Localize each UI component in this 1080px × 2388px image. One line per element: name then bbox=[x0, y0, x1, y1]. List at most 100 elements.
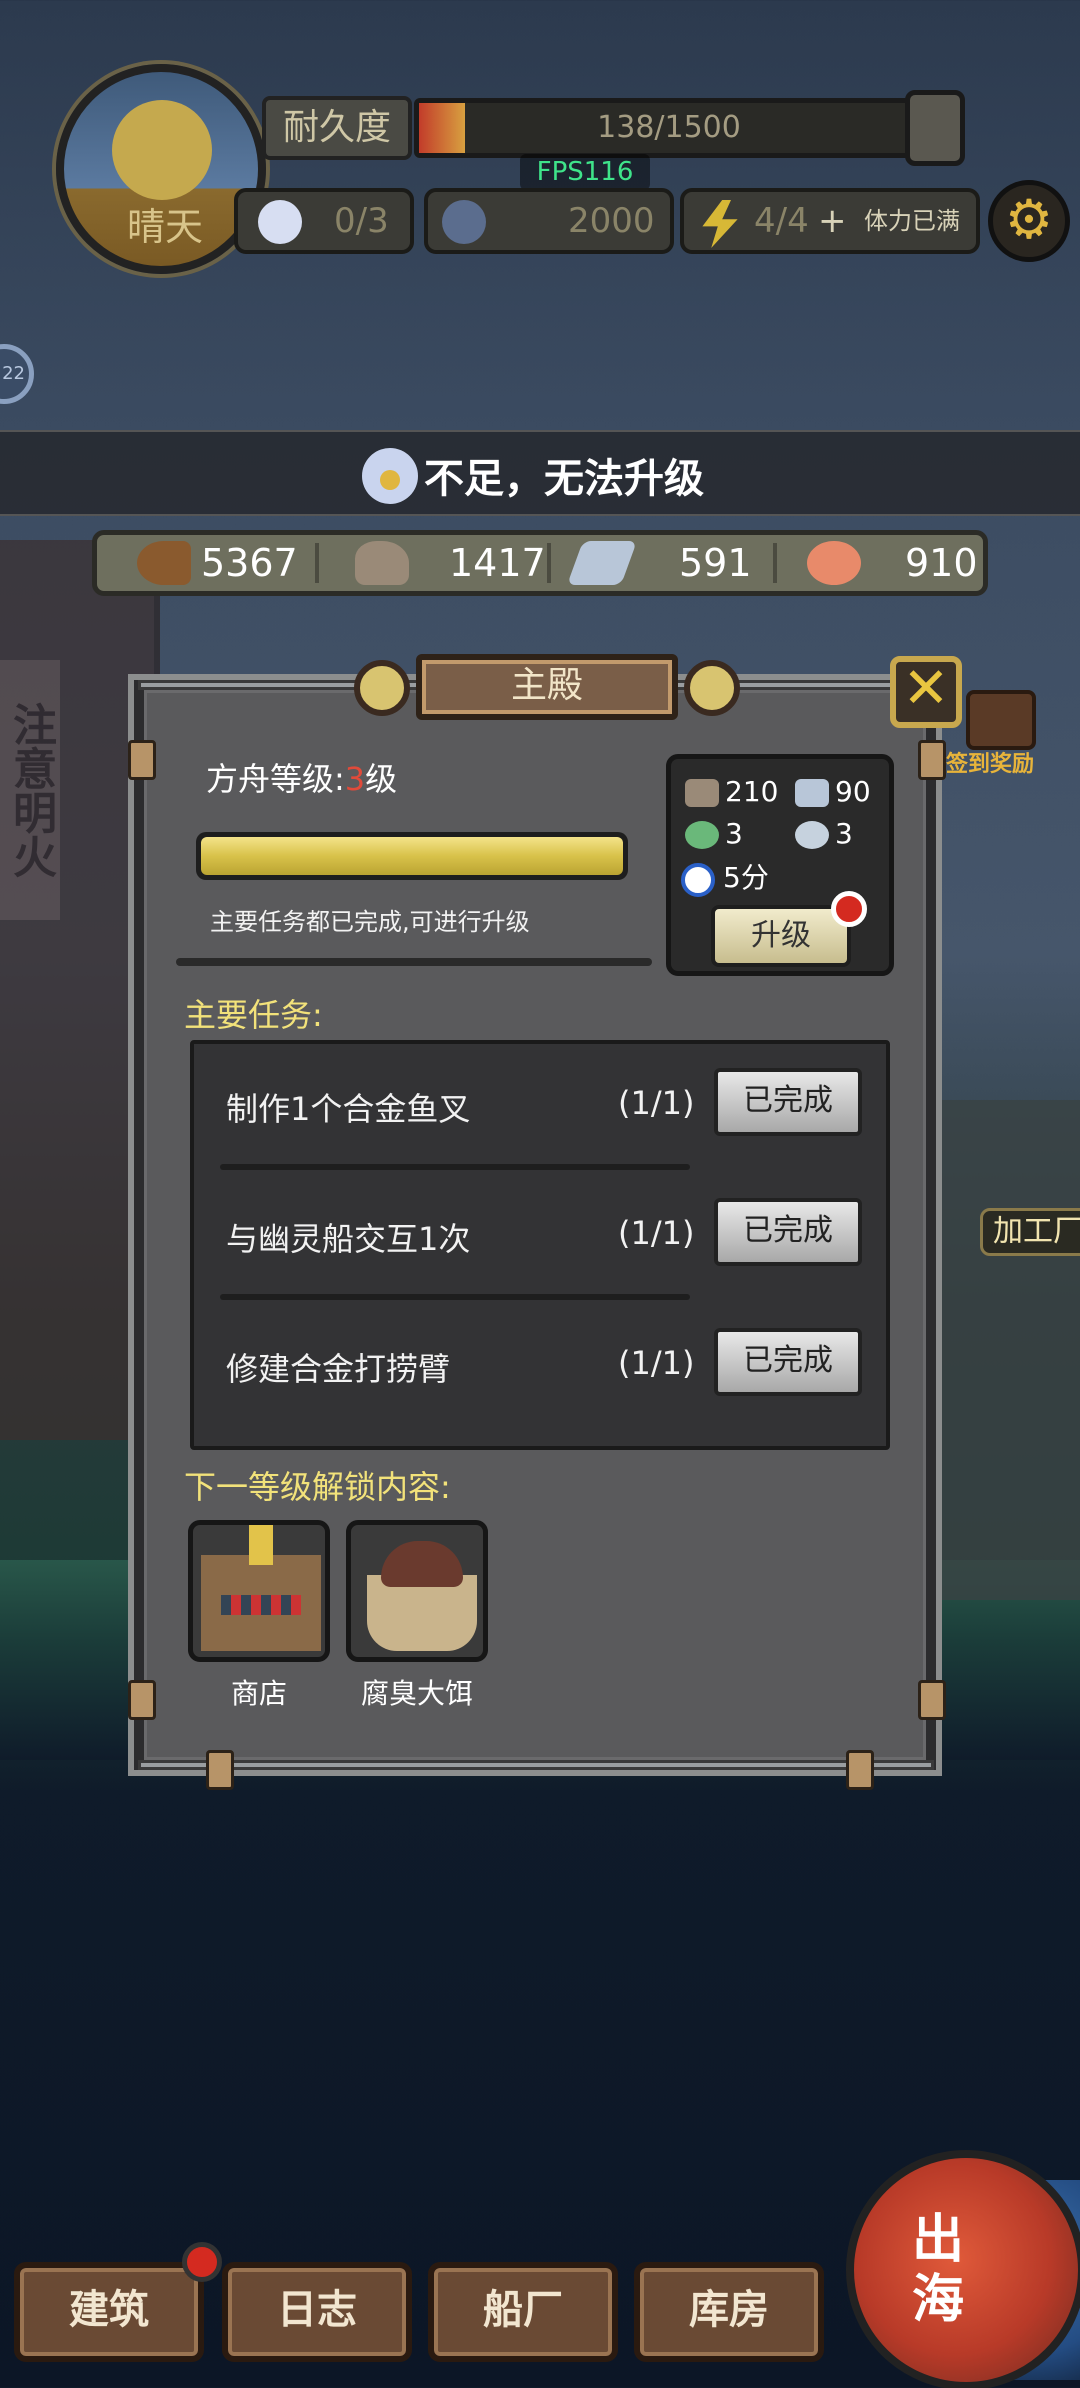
task-progress-bar bbox=[196, 832, 628, 880]
background-ship bbox=[940, 1100, 1080, 1600]
panel-bracket bbox=[846, 1750, 874, 1790]
durability-tag: 耐久度 bbox=[262, 96, 412, 160]
panel-bracket bbox=[206, 1750, 234, 1790]
unlock-item-bait[interactable] bbox=[346, 1520, 488, 1662]
shop-icon bbox=[201, 1525, 321, 1651]
task-name: 与幽灵船交互1次 bbox=[226, 1220, 471, 1258]
task-count: (1/1) bbox=[618, 1084, 695, 1122]
clock-icon bbox=[681, 863, 715, 897]
coin-counter[interactable]: 2000 bbox=[424, 188, 674, 254]
durability-bar: 138/1500 bbox=[414, 98, 924, 158]
nav-log-button[interactable]: 日志 bbox=[222, 2262, 412, 2362]
unlock-label: 商店 bbox=[230, 1677, 287, 1710]
upgrade-cost-box: 210 90 3 3 5分 升级 bbox=[666, 754, 894, 976]
set-sail-label[interactable]: 出海 bbox=[898, 2210, 978, 2330]
main-tasks-title: 主要任务: bbox=[184, 996, 323, 1034]
task-divider bbox=[220, 1164, 690, 1170]
lightning-icon bbox=[702, 200, 738, 248]
metal-ingot-icon bbox=[566, 541, 638, 585]
divider bbox=[176, 958, 652, 966]
panel-title: 主殿 bbox=[416, 654, 678, 720]
fps-counter: FPS116 bbox=[520, 154, 650, 190]
resource-value: 910 bbox=[905, 541, 978, 585]
task-completed-button[interactable]: 已完成 bbox=[714, 1198, 862, 1266]
coin-icon bbox=[442, 200, 486, 244]
side-badge[interactable]: 22 bbox=[0, 344, 34, 404]
title-ring-right bbox=[684, 660, 740, 716]
resource-bar: 5367 1417 591 910 bbox=[92, 530, 988, 596]
shell-icon bbox=[795, 821, 829, 849]
resource-value: 591 bbox=[679, 541, 752, 585]
potion-icon bbox=[685, 821, 719, 849]
processing-factory-label[interactable]: 加工厂 bbox=[980, 1208, 1080, 1256]
title-ring-left bbox=[354, 660, 410, 716]
star-spirit-icon bbox=[362, 448, 418, 504]
sign-in-reward-label[interactable]: 签到奖励 bbox=[946, 746, 1080, 780]
energy-count: 4/4 bbox=[754, 201, 809, 241]
metal-ingot-icon bbox=[795, 779, 829, 807]
ark-level-unit: 级 bbox=[365, 760, 398, 798]
close-button[interactable]: ✕ bbox=[890, 656, 962, 728]
resource-value: 5367 bbox=[201, 541, 298, 585]
task-name: 修建合金打捞臂 bbox=[226, 1350, 451, 1388]
panel-bracket bbox=[128, 1680, 156, 1720]
nav-shipyard-button[interactable]: 船厂 bbox=[428, 2262, 618, 2362]
star-counter[interactable]: 0/3 bbox=[234, 188, 414, 254]
panel-bracket bbox=[918, 1680, 946, 1720]
cost-shell: 3 bbox=[835, 817, 853, 850]
resource-divider bbox=[773, 543, 777, 583]
gear-icon: ⚙ bbox=[1004, 188, 1054, 251]
cost-metal: 90 bbox=[835, 775, 871, 808]
stone-icon bbox=[355, 541, 409, 585]
panel-bracket bbox=[128, 740, 156, 780]
panel-bracket bbox=[918, 740, 946, 780]
star-spirit-icon bbox=[258, 200, 302, 244]
star-count: 0/3 bbox=[334, 201, 389, 241]
panel-pipe-bottom bbox=[138, 1760, 934, 1770]
ark-level-number: 3 bbox=[344, 760, 366, 798]
energy-counter[interactable]: 4/4 + 体力已满 bbox=[680, 188, 980, 254]
nav-warehouse-button[interactable]: 库房 bbox=[634, 2262, 824, 2362]
resource-divider bbox=[315, 543, 319, 583]
resource-value: 1417 bbox=[449, 541, 546, 585]
ark-level-label: 方舟等级: bbox=[206, 760, 345, 798]
task-progress-fill bbox=[201, 837, 623, 875]
task-completed-button[interactable]: 已完成 bbox=[714, 1068, 862, 1136]
stone-icon bbox=[685, 779, 719, 807]
task-row: 修建合金打捞臂 (1/1) 已完成 bbox=[194, 1304, 886, 1434]
sun-icon bbox=[112, 100, 212, 200]
notification-dot bbox=[182, 2242, 222, 2282]
close-icon: ✕ bbox=[902, 656, 950, 721]
caution-sign: 注意明火 bbox=[0, 660, 60, 920]
settings-gear-button[interactable]: ⚙ bbox=[988, 180, 1070, 262]
weather-label: 晴天 bbox=[126, 205, 203, 249]
task-list: 制作1个合金鱼叉 (1/1) 已完成 与幽灵船交互1次 (1/1) 已完成 修建… bbox=[190, 1040, 890, 1450]
task-name: 制作1个合金鱼叉 bbox=[226, 1090, 471, 1128]
upgrade-button[interactable]: 升级 bbox=[711, 905, 851, 967]
unlock-title: 下一等级解锁内容: bbox=[184, 1468, 451, 1506]
cost-stone: 210 bbox=[725, 775, 779, 808]
notification-dot bbox=[831, 891, 867, 927]
nav-building-button[interactable]: 建筑 bbox=[14, 2262, 204, 2362]
treasure-chest-icon[interactable] bbox=[966, 690, 1036, 750]
durability-value: 138/1500 bbox=[597, 110, 741, 145]
durability-bar-cap bbox=[905, 90, 965, 166]
ark-level: 方舟等级:3级 bbox=[206, 754, 397, 800]
unlock-label: 腐臭大饵 bbox=[360, 1677, 473, 1710]
task-completed-button[interactable]: 已完成 bbox=[714, 1328, 862, 1396]
energy-status: 体力已满 bbox=[864, 207, 960, 235]
unlock-item-shop[interactable] bbox=[188, 1520, 330, 1662]
task-divider bbox=[220, 1294, 690, 1300]
energy-plus-button[interactable]: + bbox=[818, 192, 847, 250]
fish-meat-icon bbox=[807, 541, 861, 585]
task-count: (1/1) bbox=[618, 1344, 695, 1382]
wood-icon bbox=[137, 541, 191, 585]
task-row: 与幽灵船交互1次 (1/1) 已完成 bbox=[194, 1174, 886, 1304]
progress-note: 主要任务都已完成,可进行升级 bbox=[210, 908, 530, 936]
task-row: 制作1个合金鱼叉 (1/1) 已完成 bbox=[194, 1044, 886, 1174]
bait-bucket-icon bbox=[367, 1541, 477, 1651]
resource-divider bbox=[547, 543, 551, 583]
task-count: (1/1) bbox=[618, 1214, 695, 1252]
notice-banner: 不足，无法升级 bbox=[0, 430, 1080, 516]
coin-count: 2000 bbox=[568, 201, 655, 241]
